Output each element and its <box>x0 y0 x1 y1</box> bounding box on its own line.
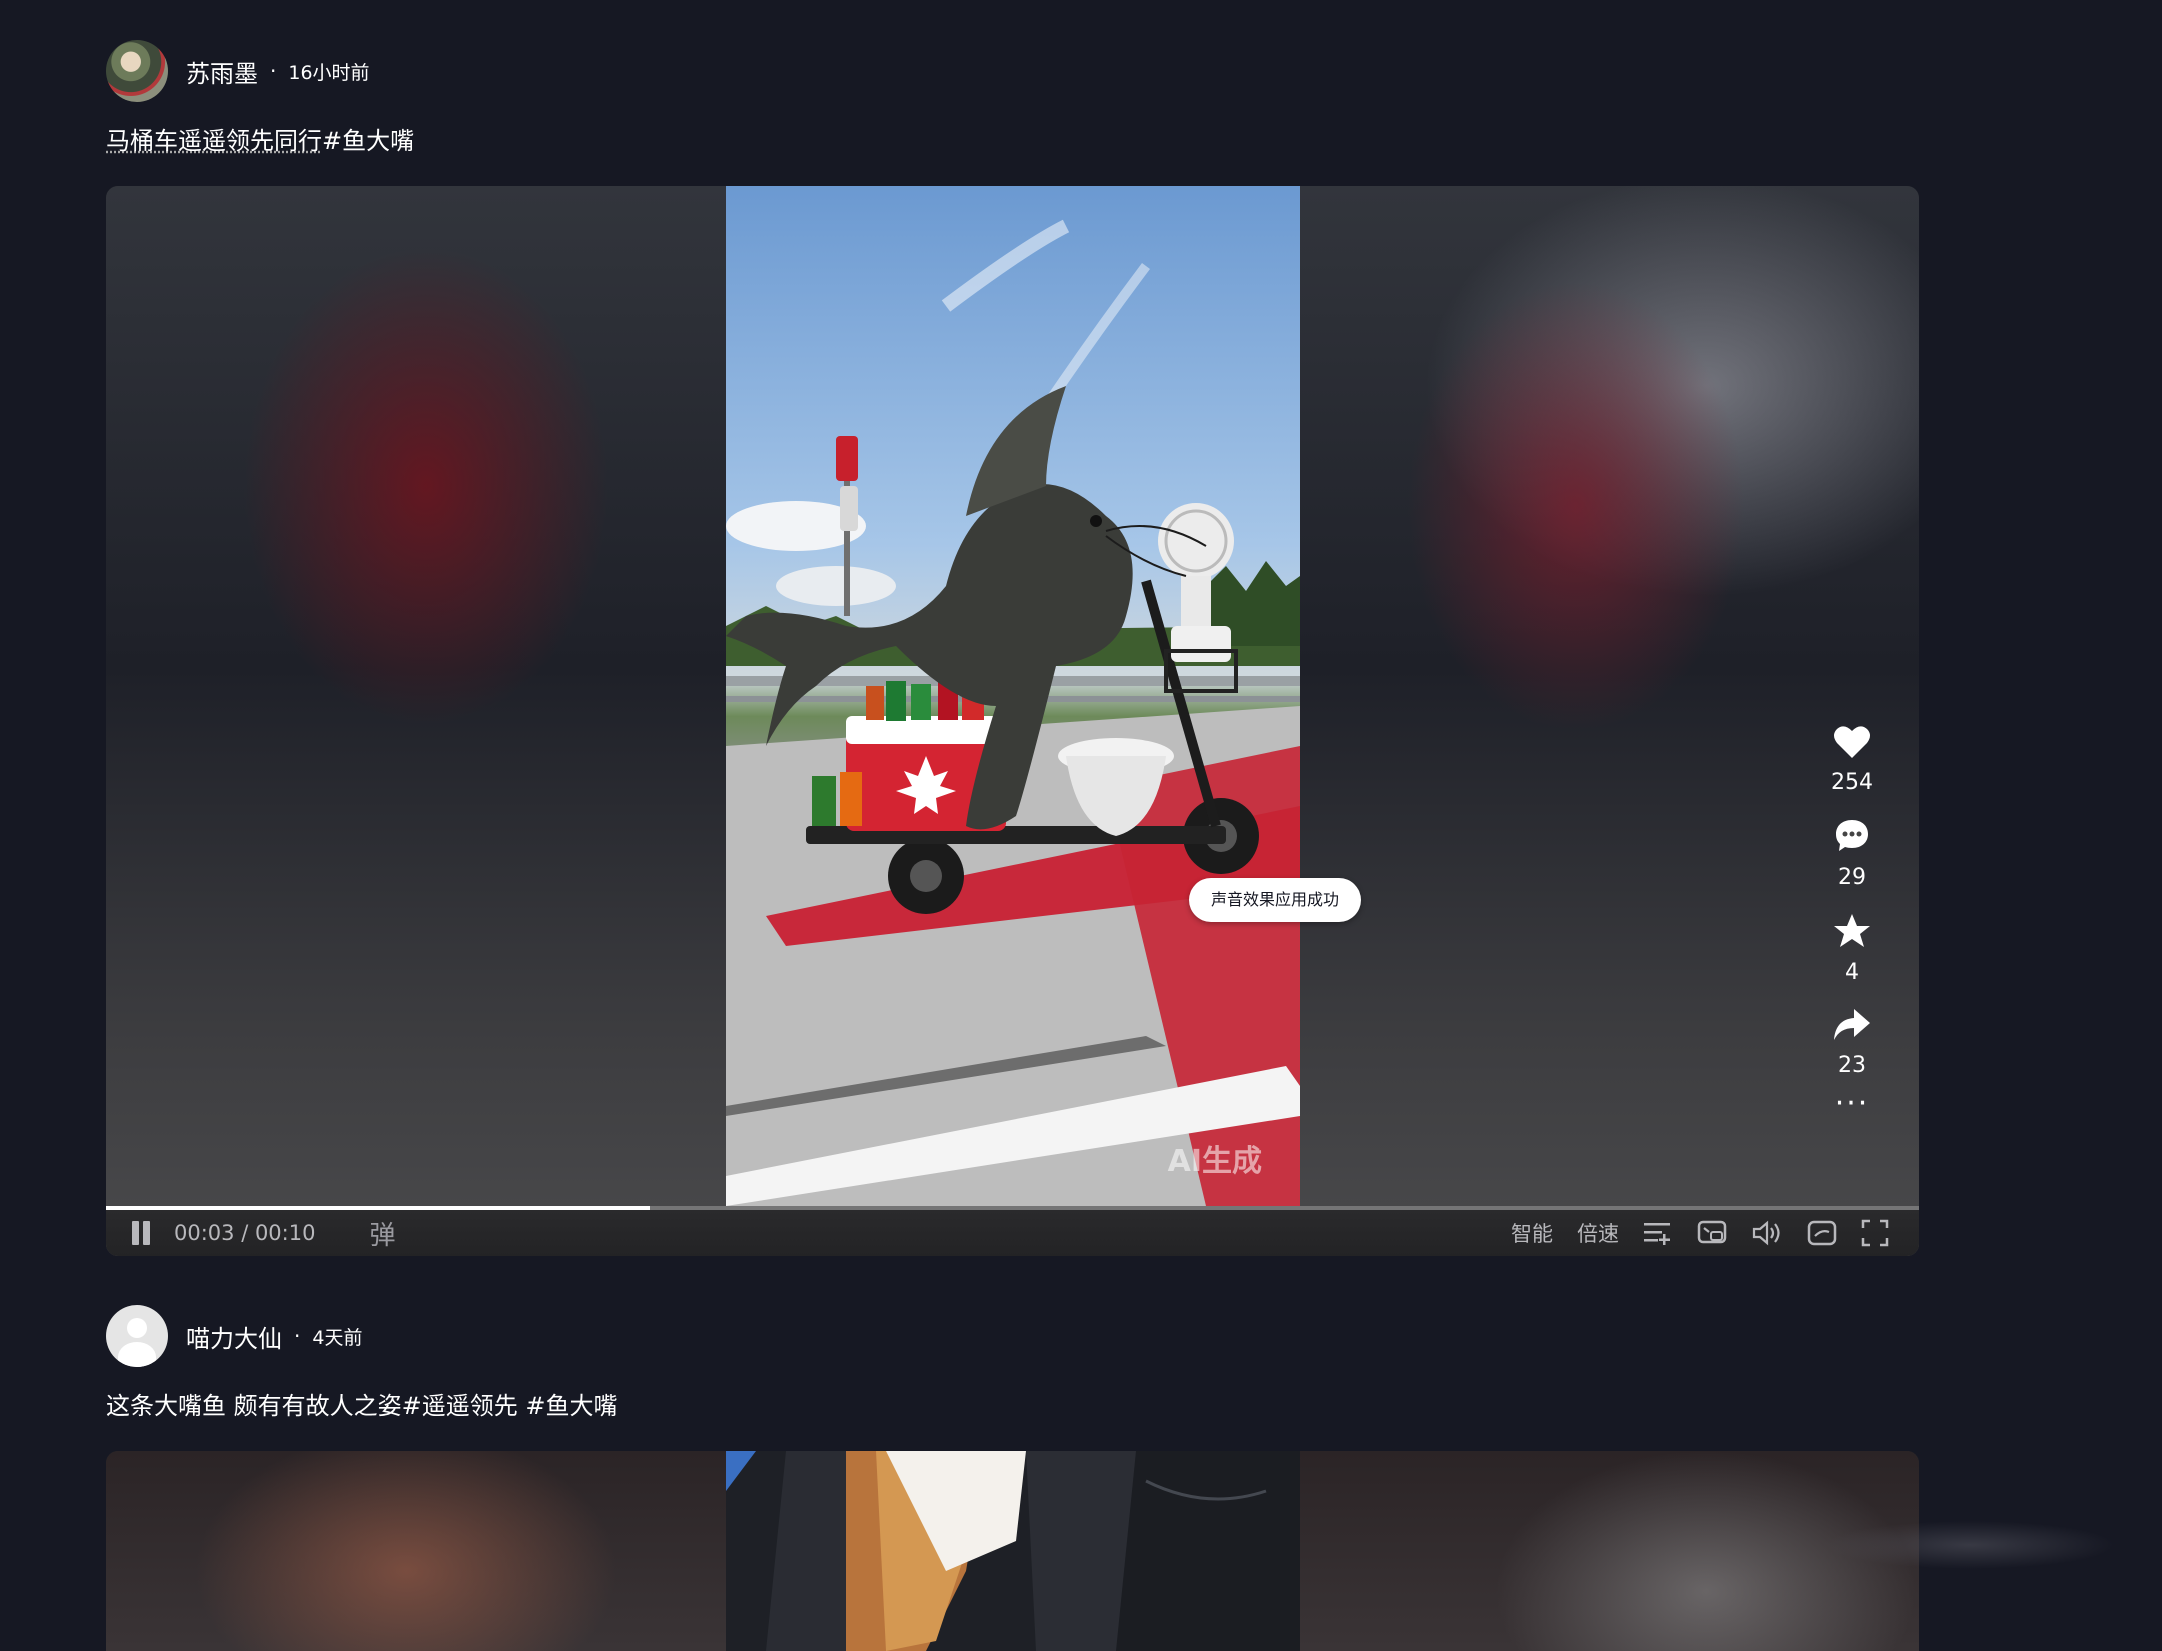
volume-icon[interactable] <box>1751 1220 1783 1246</box>
heart-icon[interactable] <box>1833 724 1871 760</box>
right-controls: 智能 倍速 <box>1487 1218 1889 1248</box>
post-title-text: 马桶车遥遥领先同行 <box>106 127 322 155</box>
more-icon[interactable]: ··· <box>1835 1089 1870 1119</box>
video-content-image <box>726 219 1300 1206</box>
author-name[interactable]: 苏雨墨 <box>186 54 258 89</box>
time-display: 00:03 / 00:10 <box>174 1221 316 1245</box>
playlist-icon[interactable] <box>1643 1220 1673 1246</box>
share-action[interactable]: 23 <box>1832 1007 1872 1078</box>
pip-icon[interactable] <box>1697 1220 1727 1246</box>
video-frame[interactable] <box>726 1451 1300 1651</box>
side-action-bar: 254 29 4 23 ··· <box>1817 724 1887 1119</box>
favorite-count: 4 <box>1845 960 1859 985</box>
post-time: 4天前 <box>312 1326 363 1349</box>
author-row: 苏雨墨 · 16小时前 <box>106 40 1919 102</box>
mini-player-icon[interactable] <box>1807 1220 1837 1246</box>
post-title: 马桶车遥遥领先同行#鱼大嘴 <box>106 124 1919 158</box>
pause-icon[interactable] <box>130 1221 152 1245</box>
video-frame[interactable]: AI生成 <box>726 186 1300 1206</box>
comment-count: 29 <box>1838 865 1866 890</box>
post-title: 这条大嘴鱼 颇有有故人之姿#遥遥领先 #鱼大嘴 <box>106 1392 618 1420</box>
separator-dot: · <box>294 1324 301 1348</box>
post-time: 16小时前 <box>288 61 370 84</box>
like-action[interactable]: 254 <box>1831 724 1873 795</box>
avatar[interactable] <box>106 1305 168 1367</box>
author-row: 喵力大仙 · 4天前 <box>106 1305 1919 1367</box>
toast-message: 声音效果应用成功 <box>1189 878 1362 922</box>
hashtag-link[interactable]: #鱼大嘴 <box>322 127 414 155</box>
like-count: 254 <box>1831 770 1873 795</box>
comment-icon[interactable] <box>1833 817 1871 855</box>
smart-button[interactable]: 智能 <box>1511 1218 1553 1248</box>
author-name[interactable]: 喵力大仙 <box>186 1319 282 1354</box>
separator-dot: · <box>270 59 277 83</box>
player-controls: 00:03 / 00:10 弹 智能 倍速 <box>106 1210 1919 1256</box>
feed-post: 喵力大仙 · 4天前 这条大嘴鱼 颇有有故人之姿#遥遥领先 #鱼大嘴 <box>106 1305 1919 1651</box>
share-count: 23 <box>1838 1053 1866 1078</box>
danmu-toggle[interactable]: 弹 <box>369 1215 395 1252</box>
video-content-image <box>726 1451 1300 1651</box>
feed-post: 苏雨墨 · 16小时前 马桶车遥遥领先同行#鱼大嘴 AI生成 声音效果应用成功 … <box>106 40 1919 1256</box>
video-player[interactable] <box>106 1451 1919 1651</box>
share-icon[interactable] <box>1832 1007 1872 1043</box>
ai-watermark: AI生成 <box>1167 1144 1262 1179</box>
comment-action[interactable]: 29 <box>1833 817 1871 890</box>
video-player[interactable]: AI生成 声音效果应用成功 254 29 4 23 ··· 00:03 / 00… <box>106 186 1919 1256</box>
decorative-blur <box>1780 1510 2160 1580</box>
speed-button[interactable]: 倍速 <box>1577 1218 1619 1248</box>
fullscreen-icon[interactable] <box>1861 1219 1889 1247</box>
star-icon[interactable] <box>1833 912 1871 950</box>
favorite-action[interactable]: 4 <box>1833 912 1871 985</box>
avatar[interactable] <box>106 40 168 102</box>
